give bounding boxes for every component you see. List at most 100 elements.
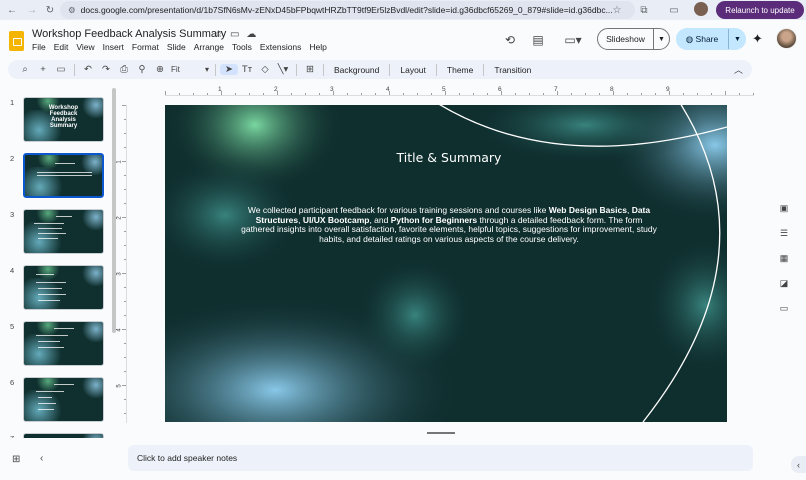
horizontal-ruler[interactable]: 1 2 3 4 5 6 7 8 9 [165, 86, 754, 96]
slide-thumbnail-6[interactable] [23, 377, 104, 422]
collapse-filmstrip-icon[interactable]: ‹ [40, 453, 43, 464]
transition-button[interactable]: Transition [488, 65, 537, 75]
slide-number: 1 [10, 98, 15, 107]
slide-thumbnail-3[interactable] [23, 209, 104, 254]
new-slide-icon[interactable]: + [34, 64, 52, 75]
ruler-tick [417, 93, 418, 95]
ruler-tick [124, 189, 126, 190]
menu-format[interactable]: Format [132, 42, 159, 52]
add-comment-icon[interactable]: ⊞ [301, 64, 319, 75]
grid-view-icon[interactable]: ⊞ [12, 454, 20, 465]
notes-resize-handle[interactable] [427, 432, 455, 434]
notes-placeholder: Click to add speaker notes [137, 453, 238, 463]
profile-avatar[interactable] [694, 2, 708, 16]
shape-icon[interactable]: ◇ [256, 64, 274, 75]
select-cursor-icon[interactable]: ➤ [220, 64, 238, 75]
cloud-saved-icon[interactable]: ☁ [246, 29, 256, 40]
account-avatar[interactable] [776, 28, 797, 49]
star-icon[interactable]: ☆ [214, 29, 223, 40]
search-menus-icon[interactable]: ⌕ [16, 64, 34, 75]
layout-button[interactable]: Layout [394, 65, 432, 75]
zoom-select[interactable]: Fit ▾ [169, 65, 211, 74]
calendar-icon[interactable]: ▦ [776, 250, 793, 267]
menu-help[interactable]: Help [309, 42, 326, 52]
ruler-tick [124, 371, 126, 372]
tab-search-icon[interactable]: ▭ [666, 2, 682, 18]
ruler-tick [473, 93, 474, 95]
background-button[interactable]: Background [328, 65, 385, 75]
menu-bar: File Edit View Insert Format Slide Arran… [32, 42, 327, 52]
drive-folder-icon[interactable]: ▭ [776, 300, 793, 317]
menu-view[interactable]: View [76, 42, 94, 52]
current-slide[interactable]: Title & Summary We collected participant… [165, 105, 727, 422]
contacts-icon[interactable]: ◪ [776, 275, 793, 292]
ruler-tick [501, 91, 502, 95]
share-dropdown-icon[interactable]: ▼ [729, 36, 746, 43]
back-icon[interactable]: ← [4, 2, 20, 18]
bookmark-star-icon[interactable]: ☆ [609, 2, 625, 18]
slides-logo[interactable] [9, 31, 24, 51]
share-button[interactable]: ◍ Share ▼ [676, 28, 746, 50]
address-bar[interactable]: ⚙ docs.google.com/presentation/d/1b7SfN6… [60, 1, 635, 19]
gemini-icon[interactable]: ✦ [752, 31, 763, 47]
redo-icon[interactable]: ↷ [97, 64, 115, 75]
comments-icon[interactable]: ▤ [530, 32, 546, 48]
menu-edit[interactable]: Edit [54, 42, 69, 52]
slide-body-text[interactable]: We collected participant feedback for va… [239, 205, 659, 244]
menu-tools[interactable]: Tools [232, 42, 252, 52]
slideshow-button[interactable]: Slideshow ▼ [597, 28, 670, 50]
vertical-ruler[interactable]: 1 2 3 4 5 [117, 105, 127, 423]
menu-extensions[interactable]: Extensions [260, 42, 302, 52]
tasks-icon[interactable]: ☰ [776, 225, 793, 242]
theme-button[interactable]: Theme [441, 65, 479, 75]
browser-bar: ← → ↻ ⚙ docs.google.com/presentation/d/1… [0, 0, 806, 20]
paint-format-icon[interactable]: ⚲ [133, 64, 151, 75]
move-folder-icon[interactable]: ▭ [230, 29, 239, 40]
reload-icon[interactable]: ↻ [42, 2, 58, 18]
document-title[interactable]: Workshop Feedback Analysis Summary [32, 28, 226, 40]
toolbar-divider [389, 63, 391, 76]
slide-thumbnail-1[interactable]: Workshop Feedback Analysis Summary [23, 97, 104, 142]
ruler-tick [277, 91, 278, 95]
toolbar-divider [74, 63, 75, 76]
extensions-icon[interactable]: ⧉ [636, 2, 652, 18]
slide-thumbnail-2[interactable] [22, 152, 105, 199]
menu-file[interactable]: File [32, 42, 46, 52]
ruler-tick [585, 93, 586, 95]
ruler-tick [389, 91, 390, 95]
line-icon[interactable]: ╲▾ [274, 64, 292, 75]
side-panel-toggle-icon[interactable]: ‹ [791, 456, 806, 473]
ruler-tick [124, 357, 126, 358]
slide-number: 3 [10, 210, 15, 219]
menu-slide[interactable]: Slide [167, 42, 186, 52]
new-slide-layout-icon[interactable]: ▭ [52, 64, 70, 75]
zoom-icon[interactable]: ⊕ [151, 64, 169, 75]
text-box-icon[interactable]: Tт [238, 64, 256, 75]
print-icon[interactable]: ⎙ [115, 64, 133, 75]
filmstrip-scrollbar[interactable] [112, 88, 116, 333]
slide-thumbnail-7[interactable] [23, 433, 104, 438]
undo-icon[interactable]: ↶ [79, 64, 97, 75]
ruler-tick [122, 217, 126, 218]
speaker-notes[interactable]: Click to add speaker notes [128, 445, 753, 471]
toolbar-divider [296, 63, 297, 76]
site-settings-icon[interactable]: ⚙ [68, 5, 76, 16]
forward-icon[interactable]: → [24, 2, 40, 18]
ruler-tick [122, 105, 126, 106]
slide-title[interactable]: Title & Summary [165, 150, 727, 165]
slide-thumbnail-4[interactable] [23, 265, 104, 310]
ruler-tick [711, 93, 712, 95]
course-name: UI/UX Bootcamp [302, 214, 370, 225]
ruler-tick [124, 245, 126, 246]
keep-icon[interactable]: ▣ [776, 200, 793, 217]
slide-thumbnail-5[interactable] [23, 321, 104, 366]
menu-insert[interactable]: Insert [103, 42, 124, 52]
collapse-toolbar-icon[interactable]: ︿ [734, 63, 743, 76]
version-history-icon[interactable]: ⟲ [502, 32, 518, 48]
meet-icon[interactable]: ▭▾ [561, 32, 585, 48]
menu-arrange[interactable]: Arrange [194, 42, 224, 52]
ruler-tick [333, 91, 334, 95]
relaunch-button[interactable]: Relaunch to update [716, 1, 804, 19]
course-name: Web Design Basics [548, 205, 627, 215]
slideshow-dropdown-icon[interactable]: ▼ [654, 36, 669, 43]
